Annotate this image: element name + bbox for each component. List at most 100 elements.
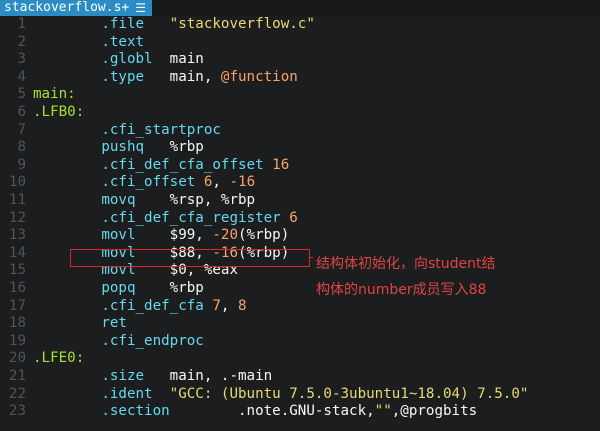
line-number: 5 [17,86,26,103]
line-number: 3 [17,51,26,68]
file-tab[interactable]: stackoverflow.s+ ☰ [0,0,152,16]
code-token: .cfi_endproc [33,332,204,349]
annotation-connector [310,257,313,258]
code-token: -20 [212,227,239,244]
code-line[interactable]: 18 ret [0,315,600,333]
line-number: 21 [8,368,26,384]
code-token: popq [33,280,170,296]
line-number: 8 [17,139,26,156]
line-number: 15 [8,262,26,279]
line-number: 18 [8,315,26,332]
code-token: "GCC: (Ubuntu 7.5.0-3ubuntu1~18.04) 7.5.… [169,385,529,402]
code-text: .LFB0: [33,104,84,122]
code-text: .globl main [33,51,204,69]
line-number: 9 [17,156,26,173]
tab-bar: stackoverflow.s+ ☰ [0,0,600,16]
code-token: %rbp [169,139,204,156]
code-text: .cfi_offset 6, -16 [33,174,255,192]
code-line[interactable]: 22 .ident "GCC: (Ubuntu 7.5.0-3ubuntu1~1… [0,386,600,404]
file-tab-label: stackoverflow.s+ [4,0,130,15]
code-text: .cfi_def_cfa_register 6 [33,209,297,228]
code-token: ,@progbits [391,403,478,420]
code-token: .size [33,368,170,384]
code-token: .LFE0: [33,350,85,367]
code-token: "" [374,403,392,420]
code-line[interactable]: 7 .cfi_startproc [0,122,600,140]
code-text: movq %rsp, %rbp [33,192,255,210]
code-line[interactable]: 11 movq %rsp, %rbp [0,192,600,210]
line-number: 11 [8,192,26,208]
line-number: 13 [8,227,26,244]
code-token: .type [33,68,170,85]
annotation-note: 结构体初始化，向student结 构体的number成员写入88 [316,251,556,303]
code-text: .ident "GCC: (Ubuntu 7.5.0-3ubuntu1~18.0… [33,386,528,404]
code-token: .ident [33,385,170,402]
code-token: (%rbp) [238,227,290,244]
code-text: main: [33,86,76,104]
annotation-line-2: 构体的number成员写入88 [316,282,487,298]
line-number: 12 [8,209,26,226]
code-text: .text [33,34,144,52]
code-token: %rbp [169,280,204,296]
code-line[interactable]: 20 .LFE0: [0,350,600,368]
code-token: .text [33,33,145,50]
code-text: .cfi_endproc [33,333,204,351]
code-token: main [169,51,204,68]
line-number: 20 [8,350,26,367]
code-line[interactable]: 2 .text [0,34,600,52]
code-text: .type main, @function [33,68,298,87]
code-token: .cfi_def_cfa_register [33,209,290,226]
code-token: main: [33,86,76,103]
line-number: 2 [17,33,26,50]
code-text: popq %rbp [33,280,204,298]
code-line[interactable]: 21 .size main, .-main [0,368,600,386]
code-line[interactable]: 4 .type main, @function [0,69,600,87]
code-token: , [220,297,239,314]
code-editor[interactable]: 1 .file "stackoverflow.c" 2 .text 3 .globl… [0,16,600,431]
code-line[interactable]: 13 movl $99, -20(%rbp) [0,227,600,245]
line-number: 7 [17,121,26,138]
code-line[interactable]: 10 .cfi_offset 6, -16 [0,174,600,192]
code-line[interactable]: 23 .section .note.GNU-stack,"",@progbits [0,403,600,421]
code-token: .section [33,403,238,420]
code-text: movl $99, -20(%rbp) [33,227,289,245]
code-text: .size main, .-main [33,368,272,386]
annotation-line-1: 结构体初始化，向student结 [316,256,496,272]
line-number: 10 [8,174,26,191]
code-line[interactable]: 12 .cfi_def_cfa_register 6 [0,210,600,228]
code-line[interactable]: 3 .globl main [0,51,600,69]
code-token: 16 [272,156,290,173]
line-number: 16 [8,280,26,296]
code-token: .LFB0: [33,104,85,120]
code-token: .cfi_def_cfa_offset [33,156,273,173]
code-line[interactable]: 1 .file "stackoverflow.c" [0,16,600,34]
code-token: @function [220,68,298,85]
code-text: .section .note.GNU-stack,"",@progbits [33,403,477,421]
code-line[interactable]: 8 pushq %rbp [0,139,600,157]
code-text: pushq %rbp [33,139,204,157]
annotation-highlight-box [70,249,310,267]
code-text: .cfi_def_cfa_offset 16 [33,157,289,175]
line-number: 19 [8,332,26,349]
code-token: main, .-main [169,368,273,384]
code-token: $99, [169,227,213,244]
code-text: .cfi_startproc [33,122,221,140]
line-number: 4 [17,68,26,85]
code-token: .note.GNU-stack, [238,403,375,420]
code-line[interactable]: 5 main: [0,86,600,104]
code-token: movl [33,227,170,244]
code-token: .cfi_offset [33,174,204,191]
code-line[interactable]: 9 .cfi_def_cfa_offset 16 [0,157,600,175]
code-text: .file "stackoverflow.c" [33,16,315,34]
line-number: 6 [17,104,26,120]
code-token: movq [33,192,170,208]
code-line[interactable]: 19 .cfi_endproc [0,333,600,351]
line-number: 17 [8,297,26,314]
code-token: .cfi_startproc [33,121,221,138]
code-text: ret [33,315,127,333]
code-token: "stackoverflow.c" [169,16,315,32]
line-number: 23 [8,403,26,420]
code-token: .cfi_def_cfa [33,297,213,314]
code-line[interactable]: 6 .LFB0: [0,104,600,122]
menu-icon[interactable]: ☰ [135,0,146,16]
